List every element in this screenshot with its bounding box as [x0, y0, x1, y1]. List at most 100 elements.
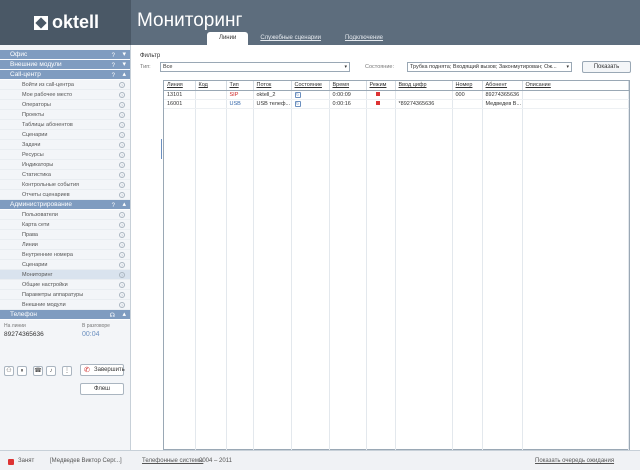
help-icon[interactable]: ?: [119, 142, 125, 148]
chevron-down-icon[interactable]: ▾: [122, 50, 126, 60]
help-icon[interactable]: ?: [119, 82, 125, 88]
help-icon[interactable]: ?: [119, 262, 125, 268]
help-icon[interactable]: ?: [119, 222, 125, 228]
type-select-value: Все: [163, 64, 173, 70]
phone-icon[interactable]: ☎: [33, 366, 43, 376]
help-icon[interactable]: ?: [119, 232, 125, 238]
table-row[interactable]: 16001 USB USB телеф... ↻ 0:00:16 *892743…: [164, 99, 629, 109]
col-digits[interactable]: Ввод цифр: [395, 81, 453, 91]
col-mode[interactable]: Режим: [366, 81, 396, 91]
col-subscriber[interactable]: Абонент: [482, 81, 523, 91]
sidebar-item-tasks[interactable]: Задачи?: [0, 140, 130, 150]
sidebar-item-internal-numbers[interactable]: Внутренние номера?: [0, 250, 130, 260]
table-row[interactable]: 13101 SIP oktell_2 ↻ 0:00:09 000 8927436…: [164, 90, 629, 100]
help-icon[interactable]: ?: [119, 152, 125, 158]
col-number[interactable]: Номер: [452, 81, 483, 91]
mute-icon[interactable]: ♪: [46, 366, 56, 376]
sidebar-item-label: Мое рабочее место: [22, 92, 73, 98]
chevron-up-icon[interactable]: ▴: [122, 200, 126, 210]
busy-status-icon[interactable]: [8, 459, 14, 465]
col-code[interactable]: Код: [195, 81, 227, 91]
tab-lines[interactable]: Линии: [207, 32, 249, 45]
sidebar-item-general-settings[interactable]: Общие настройки?: [0, 280, 130, 290]
sidebar-item-workplace[interactable]: Мое рабочее место?: [0, 90, 130, 100]
sidebar-item-indicators[interactable]: Индикаторы?: [0, 160, 130, 170]
hangup-button[interactable]: Завершить: [80, 364, 125, 376]
col-state[interactable]: Состояние: [291, 81, 330, 91]
sidebar-item-projects[interactable]: Проекты?: [0, 110, 130, 120]
group-phone[interactable]: Телефон ☊ ▴: [0, 310, 130, 320]
col-stream[interactable]: Поток: [253, 81, 292, 91]
col-time[interactable]: Время: [329, 81, 367, 91]
hold-icon[interactable]: ⏸: [17, 366, 27, 376]
help-icon[interactable]: ?: [119, 272, 125, 278]
group-administration[interactable]: Администрирование? ▴: [0, 200, 130, 210]
flash-button[interactable]: Флеш: [80, 383, 124, 395]
help-icon[interactable]: ?: [119, 252, 125, 258]
tab-connection[interactable]: Подключение: [333, 32, 395, 45]
cell-code: [195, 99, 227, 109]
sidebar-item-statistics[interactable]: Статистика?: [0, 170, 130, 180]
help-icon[interactable]: ?: [119, 162, 125, 168]
group-label: Телефон: [10, 311, 37, 318]
help-icon[interactable]: ?: [119, 172, 125, 178]
cell-number: [452, 99, 483, 109]
sidebar-item-users[interactable]: Пользователи?: [0, 210, 130, 220]
help-icon[interactable]: ?: [119, 182, 125, 188]
help-icon[interactable]: ?: [119, 242, 125, 248]
sidebar-item-lines[interactable]: Линии?: [0, 240, 130, 250]
help-icon[interactable]: ?: [119, 92, 125, 98]
chevron-up-icon[interactable]: ▴: [122, 70, 126, 80]
tab-service-scenarios[interactable]: Служебные сценарии: [248, 32, 333, 45]
sidebar-item-rights[interactable]: Права?: [0, 230, 130, 240]
sidebar-item-resources[interactable]: Ресурсы?: [0, 150, 130, 160]
col-type[interactable]: Тип: [226, 81, 254, 91]
sidebar-item-scenario-reports[interactable]: Отчеты сценариев?: [0, 190, 130, 200]
keypad-icon[interactable]: ⋮: [62, 366, 72, 376]
cell-digits: *89274365636: [395, 99, 453, 109]
chevron-down-icon[interactable]: ▾: [122, 60, 126, 70]
sidebar-item-network-map[interactable]: Карта сети?: [0, 220, 130, 230]
help-icon[interactable]: ?: [119, 102, 125, 108]
table-header: Линия Код Тип Поток Состояние Время Режи…: [164, 81, 629, 91]
cell-subscriber: Медведев В...: [482, 99, 523, 109]
chevron-down-icon: ▾: [344, 64, 347, 70]
type-select[interactable]: Все ▾: [160, 62, 350, 72]
sidebar-item-label: Параметры аппаратуры: [22, 292, 84, 298]
cell-type: SIP: [226, 90, 254, 100]
sidebar-item-scenarios[interactable]: Сценарии?: [0, 130, 130, 140]
logo: oktell: [0, 0, 131, 45]
sidebar-item-label: Проекты: [22, 112, 45, 118]
col-line[interactable]: Линия: [164, 81, 196, 91]
sidebar-item-admin-scenarios[interactable]: Сценарии?: [0, 260, 130, 270]
chevron-up-icon[interactable]: ▴: [122, 310, 126, 320]
sidebar-item-label: Внутренние номера: [22, 252, 73, 258]
sidebar-item-label: Таблицы абонентов: [22, 122, 73, 128]
sidebar-item-operators[interactable]: Операторы?: [0, 100, 130, 110]
app-header: oktell Мониторинг Линии Служебные сценар…: [0, 0, 640, 45]
status-dropdown[interactable]: Занят: [18, 458, 34, 464]
col-description[interactable]: Описание: [522, 81, 629, 91]
sidebar-item-subscriber-tables[interactable]: Таблицы абонентов?: [0, 120, 130, 130]
group-callcenter[interactable]: Call-центр? ▴: [0, 70, 130, 80]
help-icon[interactable]: ?: [119, 132, 125, 138]
sidebar-item-admin-external-modules[interactable]: Внешние модули?: [0, 300, 130, 310]
sidebar-item-exit-callcenter[interactable]: Войти из call-центра?: [0, 80, 130, 90]
sidebar-item-hardware-params[interactable]: Параметры аппаратуры?: [0, 290, 130, 300]
company-link[interactable]: Телефонные системы: [142, 458, 203, 464]
help-icon[interactable]: ?: [119, 122, 125, 128]
help-icon[interactable]: ?: [119, 292, 125, 298]
help-icon[interactable]: ?: [119, 212, 125, 218]
group-office[interactable]: Офис? ▾: [0, 50, 130, 60]
help-icon[interactable]: ?: [119, 282, 125, 288]
help-icon[interactable]: ?: [119, 192, 125, 198]
state-select[interactable]: Трубка поднята; Входящий вызов; Законмут…: [407, 62, 572, 72]
transfer-icon[interactable]: ⚇: [4, 366, 14, 376]
help-icon[interactable]: ?: [119, 112, 125, 118]
sidebar-item-control-events[interactable]: Контрольные события?: [0, 180, 130, 190]
show-queue-link[interactable]: Показать очередь ожидания: [535, 458, 614, 464]
sidebar-item-monitoring[interactable]: Мониторинг?: [0, 270, 130, 280]
show-button[interactable]: Показать: [582, 61, 631, 73]
group-external-modules[interactable]: Внешние модули? ▾: [0, 60, 130, 70]
help-icon[interactable]: ?: [119, 302, 125, 308]
